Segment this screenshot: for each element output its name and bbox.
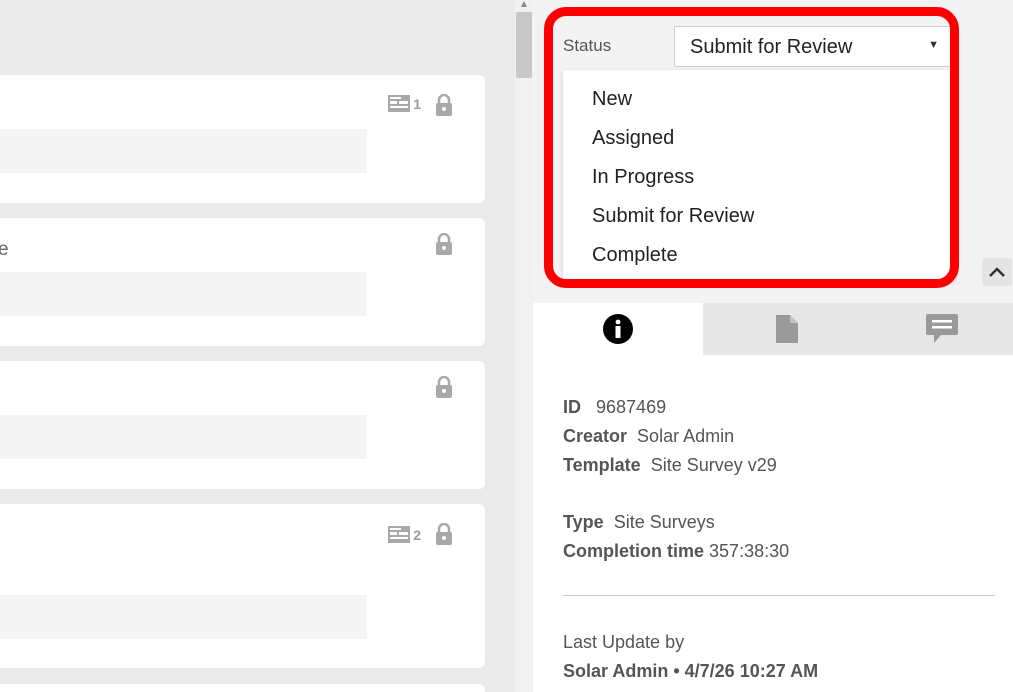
last-update-label: Last Update by xyxy=(563,632,685,652)
type-value: Site Surveys xyxy=(613,512,715,532)
attachment-indicator: 1 xyxy=(388,95,421,112)
comment-icon xyxy=(926,314,958,343)
attachment-indicator: 2 xyxy=(388,526,421,543)
last-update-value: Solar Admin • 4/7/26 10:27 AM xyxy=(563,661,819,681)
form-icon xyxy=(388,95,411,112)
id-value: 9687469 xyxy=(596,397,667,417)
tab-info[interactable] xyxy=(533,303,703,355)
template-label: Template xyxy=(563,455,641,475)
task-list-pane: 1 e 2 xyxy=(0,0,515,692)
status-option-complete[interactable]: Complete xyxy=(592,244,678,267)
lock-icon xyxy=(436,233,452,255)
scroll-up-arrow-icon[interactable]: ▲ xyxy=(519,0,529,10)
lock-icon xyxy=(436,94,452,116)
status-section: Status Submit for Review ▼ New Assigned … xyxy=(533,0,1013,303)
status-option-assigned[interactable]: Assigned xyxy=(592,127,674,150)
scrollbar-thumb[interactable] xyxy=(516,12,532,78)
details-pane: Status Submit for Review ▼ New Assigned … xyxy=(533,0,1013,692)
scrollbar[interactable]: ▲ xyxy=(515,0,533,692)
type-row: Type Site Surveys xyxy=(563,512,715,533)
divider xyxy=(563,595,995,596)
template-value: Site Survey v29 xyxy=(650,455,777,475)
document-icon xyxy=(776,315,798,343)
card-text: e xyxy=(0,239,9,260)
chevron-up-icon xyxy=(989,267,1005,277)
template-row: Template Site Survey v29 xyxy=(563,455,777,476)
task-card[interactable]: e xyxy=(0,218,485,346)
task-card[interactable] xyxy=(0,684,485,692)
status-option-in-progress[interactable]: In Progress xyxy=(592,166,694,189)
card-field xyxy=(0,415,367,459)
creator-label: Creator xyxy=(563,426,628,446)
creator-row: Creator Solar Admin xyxy=(563,426,734,447)
completion-time-row: Completion time 357:38:30 xyxy=(563,541,789,562)
tab-comments[interactable] xyxy=(871,303,1013,355)
type-label: Type xyxy=(563,512,604,532)
chevron-down-icon: ▼ xyxy=(928,39,939,51)
completion-time-value: 357:38:30 xyxy=(709,541,790,561)
status-label: Status xyxy=(563,36,612,55)
status-select[interactable]: Submit for Review ▼ xyxy=(674,26,951,67)
info-icon xyxy=(603,314,633,344)
lock-icon xyxy=(436,523,452,545)
tab-documents[interactable] xyxy=(703,303,871,355)
collapse-button[interactable] xyxy=(982,258,1012,286)
completion-time-label: Completion time xyxy=(563,541,705,561)
creator-value: Solar Admin xyxy=(637,426,735,446)
task-card[interactable] xyxy=(0,361,485,489)
attachment-count: 2 xyxy=(413,526,421,543)
status-option-new[interactable]: New xyxy=(592,88,632,111)
form-icon xyxy=(388,526,411,543)
card-field xyxy=(0,595,367,639)
task-card[interactable]: 2 xyxy=(0,504,485,668)
status-option-submit-for-review[interactable]: Submit for Review xyxy=(592,205,754,228)
status-dropdown-menu: New Assigned In Progress Submit for Revi… xyxy=(563,70,955,280)
card-field xyxy=(0,129,367,173)
attachment-count: 1 xyxy=(413,95,421,112)
lock-icon xyxy=(436,376,452,398)
task-card[interactable]: 1 xyxy=(0,75,485,203)
detail-tabs xyxy=(533,303,1013,355)
id-label: ID xyxy=(563,397,581,417)
card-field xyxy=(0,272,367,316)
status-selected-value: Submit for Review xyxy=(690,36,853,58)
id-row: ID 9687469 xyxy=(563,397,666,418)
